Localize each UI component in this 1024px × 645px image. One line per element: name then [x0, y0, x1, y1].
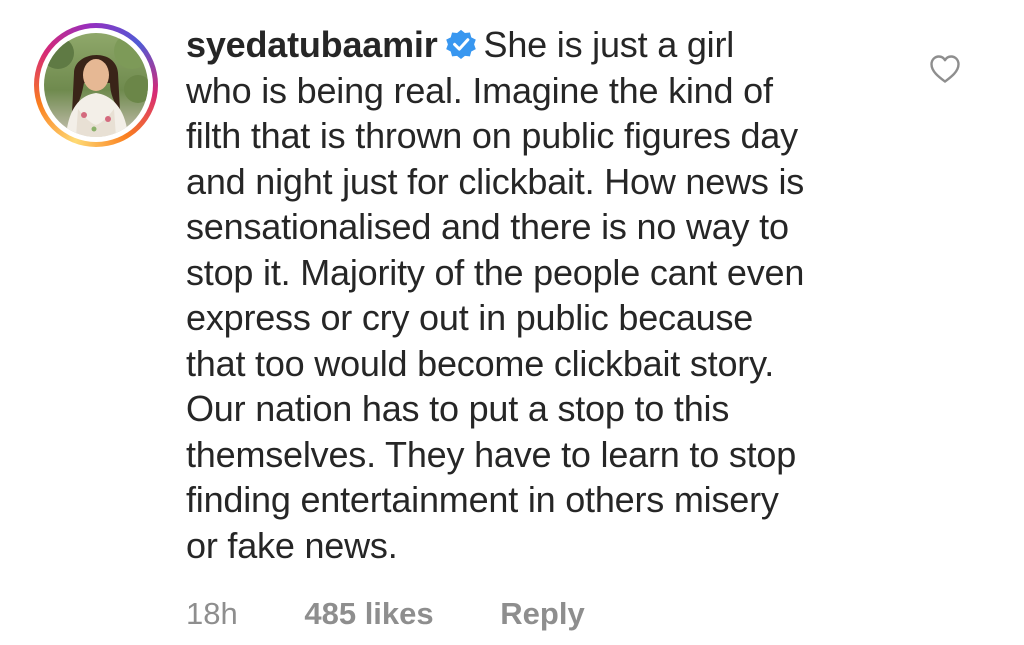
comment-text-line: filth that is thrown on public figures d… [186, 115, 798, 156]
avatar-ring-gap [39, 28, 153, 142]
comment-text-line: finding entertainment in others misery [186, 479, 779, 520]
comment-body: syedatubaamir She is just a girl who is … [186, 22, 916, 568]
reply-button[interactable]: Reply [500, 594, 584, 634]
verified-badge-icon [445, 29, 476, 59]
comment-text-line: sensationalised and there is no way to [186, 206, 789, 247]
comment-first-line: syedatubaamir She is just a girl [186, 22, 916, 68]
avatar-story-ring[interactable] [34, 23, 158, 147]
comment-text-line: stop it. Majority of the people cant eve… [186, 251, 805, 293]
comment-text-line: She is just a girl [483, 24, 735, 65]
comment-text-line: who is being real. Imagine the kind of [186, 69, 773, 111]
comment-text-line: that too would become clickbait story. [186, 342, 775, 384]
comment-text-line: and night just for clickbait. How news i… [186, 160, 805, 202]
likes-count-link[interactable]: 485 likes [304, 594, 433, 634]
avatar[interactable] [44, 33, 148, 137]
timestamp: 18h [186, 596, 238, 631]
comment-text-line: express or cry out in public because [186, 297, 754, 338]
username-link[interactable]: syedatubaamir [186, 24, 438, 65]
comment-footer: 18h 485 likes Reply [186, 594, 585, 634]
comment-text-line: Our nation has to put a stop to this [186, 388, 730, 429]
comment: syedatubaamir She is just a girl who is … [0, 0, 1024, 645]
comment-text-line: or fake news. [186, 524, 398, 566]
comment-text-line: themselves. They have to learn to stop [186, 433, 797, 475]
heart-outline-icon[interactable] [928, 52, 962, 86]
